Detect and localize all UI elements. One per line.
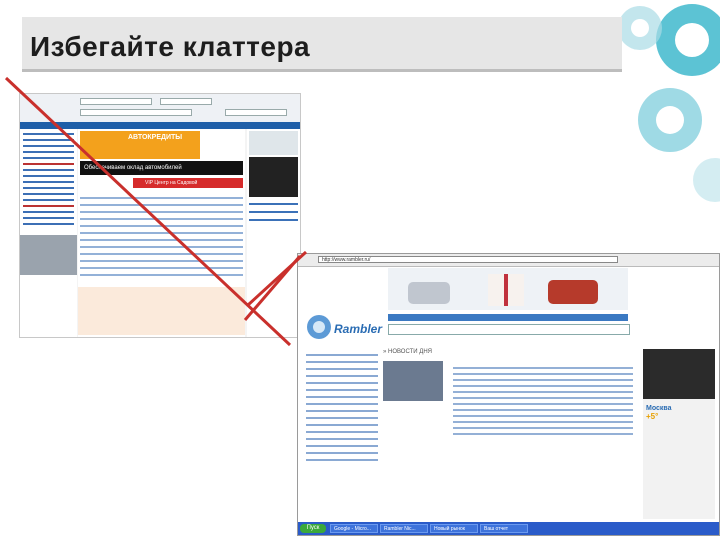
browser-address-bar: http://www.rambler.ru/: [298, 254, 719, 267]
credit-ad-label: АВТОКРЕДИТЫ: [128, 134, 183, 141]
thumbnail-strip: [78, 287, 245, 335]
rambler-right-column: Москва +5°: [643, 349, 715, 519]
weather-city: Москва: [646, 405, 672, 412]
taskbar-item: Google - Micro...: [330, 524, 378, 533]
taskbar-item: Ваш отчет: [480, 524, 528, 533]
link-grid: [80, 192, 243, 281]
taskbar-item: Rambler Nic...: [380, 524, 428, 533]
portal-nav-bar: [20, 122, 300, 129]
rambler-left-column: [306, 349, 378, 519]
car-ad-image: [20, 235, 77, 275]
rambler-search-input: [388, 324, 630, 335]
start-button: Пуск: [300, 524, 326, 533]
vip-ad-banner: VIP Центр на Садовой: [133, 178, 243, 188]
weather-temperature: +5°: [646, 412, 659, 421]
portal-right-column: [247, 129, 300, 337]
address-input: http://www.rambler.ru/: [318, 256, 618, 263]
portal-select: [160, 98, 212, 105]
rambler-news-column: » НОВОСТИ ДНЯ: [383, 349, 633, 519]
rambler-tabs: [388, 314, 628, 321]
car-accord-ad: [249, 157, 298, 197]
slide-title-bar: Избегайте клаттера: [22, 17, 622, 72]
rambler-screenshot: http://www.rambler.ru/ Rambler » НОВОСТИ…: [297, 253, 720, 536]
rambler-globe-icon: [307, 315, 331, 339]
portal-header: [20, 94, 300, 123]
car-ad-art: [388, 268, 628, 310]
portal-search-input: [80, 98, 152, 105]
car-ad-banner-top: [388, 268, 628, 310]
rambler-logo: Rambler: [306, 314, 386, 342]
slide-title: Избегайте клаттера: [30, 31, 311, 62]
car-ad-banner: Обеспечиваем оклад автомобилей: [80, 161, 243, 175]
tire-ad: [249, 131, 298, 155]
news-photo: [383, 361, 443, 401]
portal-password-input: [225, 109, 287, 116]
car-ad-side: [643, 349, 715, 399]
credit-ad-banner: АВТОКРЕДИТЫ: [80, 131, 200, 159]
cluttered-portal-screenshot: АВТОКРЕДИТЫ Обеспечиваем оклад автомобил…: [19, 93, 301, 338]
taskbar-item: Новый рынок: [430, 524, 478, 533]
portal-sidebar: [20, 129, 77, 337]
portal-main-content: АВТОКРЕДИТЫ Обеспечиваем оклад автомобил…: [78, 129, 245, 337]
portal-login-input: [80, 109, 192, 116]
windows-taskbar: Пуск Google - Micro... Rambler Nic... Но…: [298, 522, 719, 535]
